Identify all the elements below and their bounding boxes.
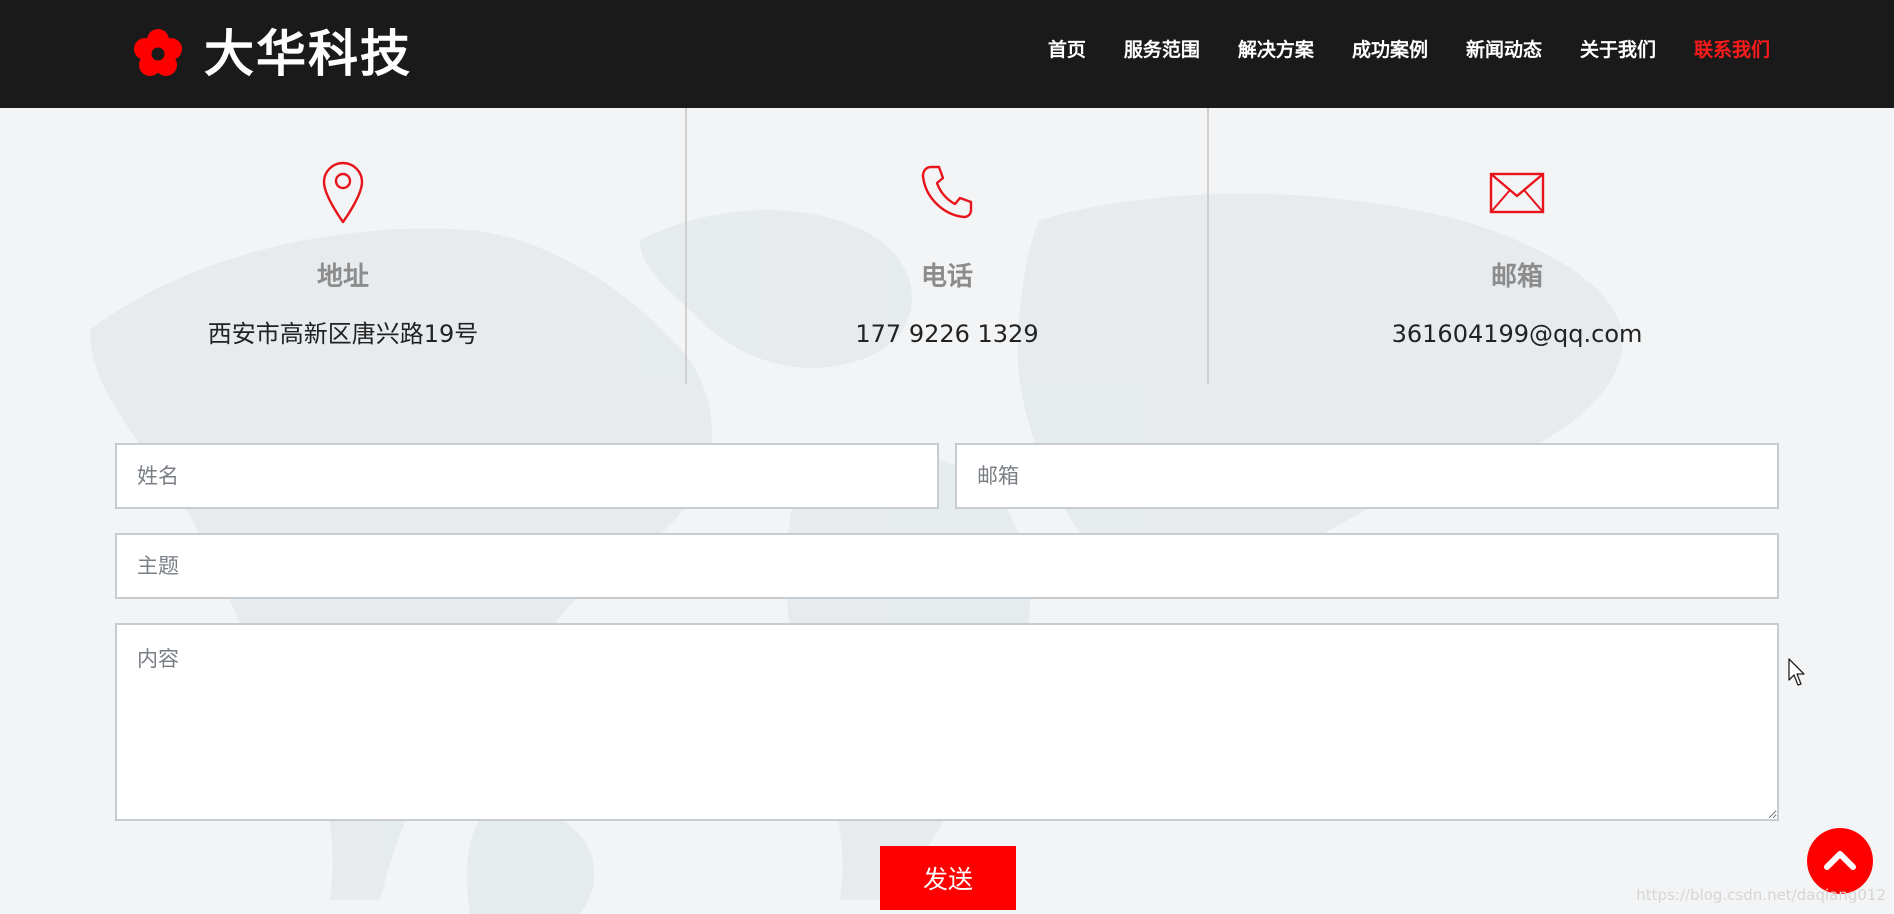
phone-icon <box>921 165 973 219</box>
nav-item-home[interactable]: 首页 <box>1048 36 1086 64</box>
main-nav: 首页 服务范围 解决方案 成功案例 新闻动态 关于我们 联系我们 <box>1010 36 1770 64</box>
site-header: 大华科技 首页 服务范围 解决方案 成功案例 新闻动态 关于我们 联系我们 <box>0 0 1894 108</box>
brand-name: 大华科技 <box>204 25 412 83</box>
flower-logo-icon <box>134 29 182 76</box>
send-button[interactable]: 发送 <box>880 846 1016 910</box>
map-pin-icon <box>322 161 364 224</box>
email-title: 邮箱 <box>1490 262 1543 292</box>
column-divider <box>685 108 687 384</box>
nav-item-cases[interactable]: 成功案例 <box>1352 36 1428 64</box>
watermark: https://blog.csdn.net/daqiang012 <box>1636 886 1886 904</box>
email-value[interactable]: 361604199@qq.com <box>1208 318 1826 350</box>
nav-item-contact[interactable]: 联系我们 <box>1694 36 1770 64</box>
nav-item-news[interactable]: 新闻动态 <box>1466 36 1542 64</box>
address-title: 地址 <box>316 262 369 292</box>
contact-address: 地址 西安市高新区唐兴路19号 <box>0 108 686 384</box>
content-textarea[interactable] <box>115 623 1779 821</box>
column-divider <box>1207 108 1209 384</box>
nav-item-services[interactable]: 服务范围 <box>1124 36 1200 64</box>
nav-item-about[interactable]: 关于我们 <box>1580 36 1656 64</box>
nav-item-solutions[interactable]: 解决方案 <box>1238 36 1314 64</box>
envelope-icon <box>1489 172 1545 214</box>
logo[interactable]: 大华科技 <box>132 28 412 80</box>
contact-info-section: 地址 西安市高新区唐兴路19号 电话 177 9226 1329 邮箱 3616… <box>0 108 1894 384</box>
phone-title: 电话 <box>920 262 973 292</box>
email-input[interactable] <box>955 443 1779 509</box>
back-to-top-button[interactable] <box>1807 828 1873 894</box>
contact-email: 邮箱 361604199@qq.com <box>1208 108 1826 384</box>
address-value: 西安市高新区唐兴路19号 <box>207 320 479 348</box>
mouse-cursor-icon <box>1788 658 1805 686</box>
phone-value[interactable]: 177 9226 1329 <box>686 318 1208 350</box>
name-input[interactable] <box>115 443 939 509</box>
chevron-up-icon <box>1824 851 1856 870</box>
subject-input[interactable] <box>115 533 1779 599</box>
contact-phone: 电话 177 9226 1329 <box>686 108 1208 384</box>
